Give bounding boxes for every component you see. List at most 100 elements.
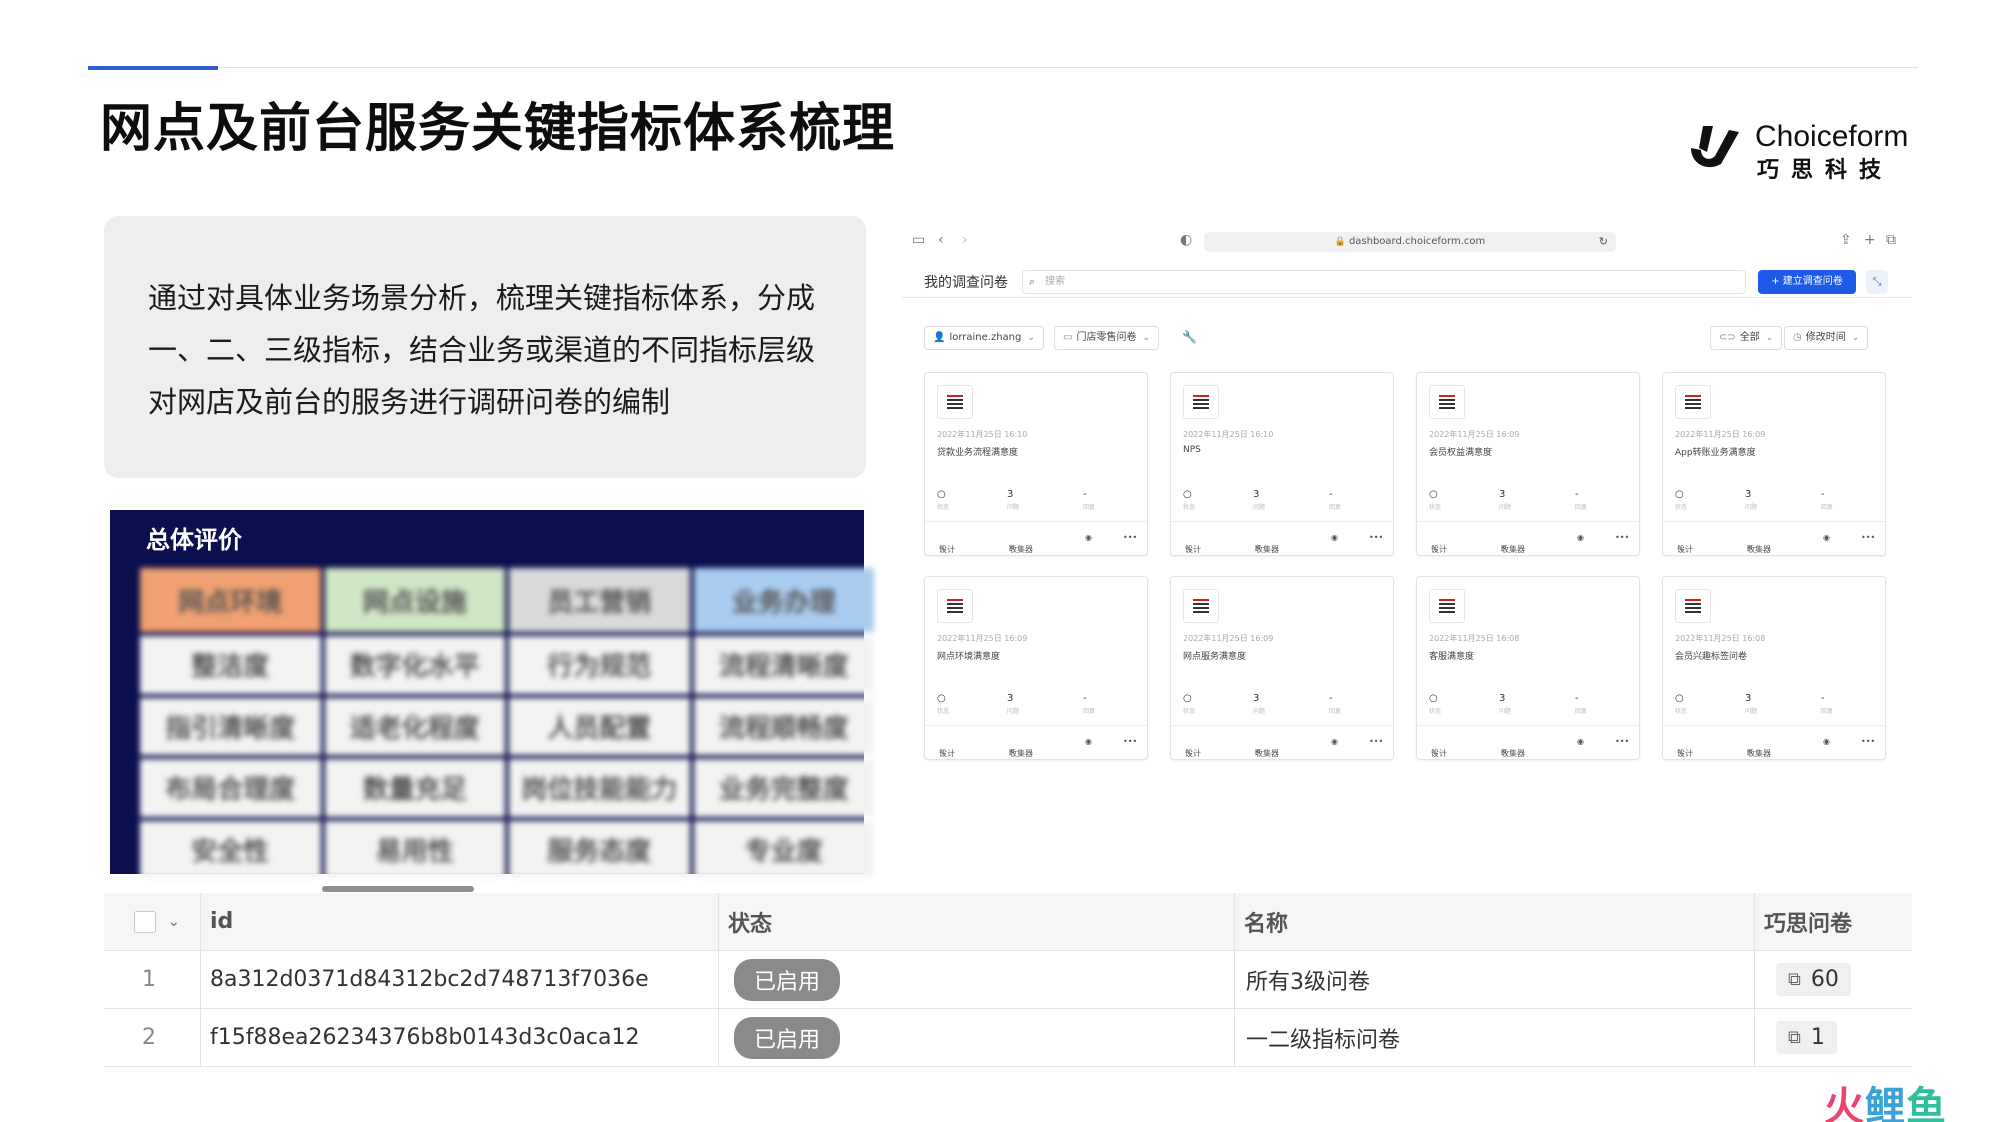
survey-count-value: 1 xyxy=(1810,1025,1825,1050)
slide-title: 网点及前台服务关键指标体系梳理 xyxy=(100,99,896,159)
document-icon xyxy=(937,385,973,419)
stat-questions-value: 3 xyxy=(1253,489,1260,500)
scope-filter-value: 全部 xyxy=(1739,332,1760,343)
wrench-icon[interactable]: 🔧 xyxy=(1182,330,1197,344)
evaluation-cell: 指引清晰度 xyxy=(140,697,321,755)
column-header-status[interactable]: 状态 xyxy=(728,893,772,950)
table-row[interactable]: 1 8a312d0371d84312bc2d748713f7036e 已启用 所… xyxy=(104,951,1912,1009)
stat-label: 回复 xyxy=(1083,708,1096,715)
stat-label: 问题 xyxy=(1499,708,1512,715)
stat-status: ○ 状态 xyxy=(1675,693,1687,715)
document-icon xyxy=(1675,385,1711,419)
stat-responses-value: - xyxy=(1083,489,1087,500)
evaluation-cell: 适老化程度 xyxy=(324,697,505,755)
share-icon[interactable]: ⇪ xyxy=(1840,232,1852,248)
owner-filter-dropdown[interactable]: 👤 lorraine.zhang ⌄ xyxy=(924,326,1044,350)
stat-questions-value: 3 xyxy=(1253,693,1260,704)
more-options-icon[interactable]: ••• xyxy=(1861,533,1875,542)
more-options-icon[interactable]: ••• xyxy=(1861,737,1875,746)
survey-card[interactable]: 2022年11月25日 16:10 NPS ○ 状态 3 问题 - 回复 ✎ 设计 ⇱ 收集器 ◉ •… xyxy=(1170,372,1394,556)
stat-responses-value: - xyxy=(1821,693,1825,704)
collapse-icon[interactable]: ⤡ xyxy=(1866,270,1888,294)
linked-surveys-icon: ⧉ xyxy=(1788,1027,1801,1048)
folder-filter-dropdown[interactable]: ▭ 门店零售问卷 ⌄ xyxy=(1054,326,1159,350)
folder-icon: ▭ xyxy=(1063,332,1073,343)
row-survey-count[interactable]: ⧉ 1 xyxy=(1776,1009,1837,1066)
preview-eye-icon[interactable]: ◉ xyxy=(1823,533,1830,542)
column-header-choiceform-survey[interactable]: 巧思问卷 xyxy=(1764,893,1852,950)
select-all-checkbox[interactable] xyxy=(134,910,156,933)
design-label: 设计 xyxy=(1677,749,1693,758)
stat-label: 状态 xyxy=(1429,504,1442,511)
preview-eye-icon[interactable]: ◉ xyxy=(1331,737,1338,746)
stat-questions-value: 3 xyxy=(1499,693,1506,704)
forward-icon[interactable]: › xyxy=(962,232,968,248)
column-header-name[interactable]: 名称 xyxy=(1244,893,1288,950)
column-header-id[interactable]: id xyxy=(210,893,233,950)
collector-label: 收集器 xyxy=(1501,749,1525,758)
evaluation-cell: 业务完整度 xyxy=(693,759,874,817)
survey-card[interactable]: 2022年11月25日 16:09 网点环境满意度 ○ 状态 3 问题 - 回复 ✎ 设计 ⇱ 收… xyxy=(924,576,1148,760)
more-options-icon[interactable]: ••• xyxy=(1123,737,1137,746)
preview-eye-icon[interactable]: ◉ xyxy=(1085,737,1092,746)
survey-card[interactable]: 2022年11月25日 16:10 贷款业务流程满意度 ○ 状态 3 问题 - 回复 ✎ 设计 ⇱… xyxy=(924,372,1148,556)
new-tab-icon[interactable]: + xyxy=(1864,232,1876,248)
reload-icon[interactable]: ↻ xyxy=(1599,232,1608,252)
card-title: 网点环境满意度 xyxy=(937,652,1001,662)
survey-card[interactable]: 2022年11月25日 16:09 会员权益满意度 ○ 状态 3 问题 - 回复 ✎ 设计 ⇱ 收… xyxy=(1416,372,1640,556)
design-label: 设计 xyxy=(1185,749,1201,758)
stat-status: ○ 状态 xyxy=(1183,489,1195,511)
more-options-icon[interactable]: ••• xyxy=(1123,533,1137,542)
scope-filter-dropdown[interactable]: ⊂⊃ 全部 ⌄ xyxy=(1710,326,1783,350)
preview-eye-icon[interactable]: ◉ xyxy=(1577,533,1584,542)
card-actions: ✎ 设计 ⇱ 收集器 ◉ ••• xyxy=(1417,725,1639,759)
survey-card[interactable]: 2022年11月25日 16:08 客服满意度 ○ 状态 3 问题 - 回复 ✎ 设计 ⇱ 收集器… xyxy=(1416,576,1640,760)
sidebar-toggle-icon[interactable]: ▭ xyxy=(912,232,925,248)
preview-eye-icon[interactable]: ◉ xyxy=(1331,533,1338,542)
watermark-logo: 火鲤鱼 xyxy=(1824,1074,1947,1122)
stat-status-value: ○ xyxy=(1429,489,1438,500)
column-divider xyxy=(718,893,719,1067)
survey-search-input[interactable]: ⌕ 搜索 xyxy=(1022,270,1746,294)
survey-count-pill[interactable]: ⧉ 60 xyxy=(1776,963,1851,996)
stat-responses-value: - xyxy=(1821,489,1825,500)
stat-label: 回复 xyxy=(1575,504,1588,511)
column-divider xyxy=(1234,893,1235,1067)
card-date: 2022年11月25日 16:09 xyxy=(937,634,1028,643)
row-survey-count[interactable]: ⧉ 60 xyxy=(1776,951,1851,1008)
survey-card[interactable]: 2022年11月25日 16:08 会员兴趣标签问卷 ○ 状态 3 问题 - 回复 ✎ 设计 ⇱ … xyxy=(1662,576,1886,760)
stat-label: 问题 xyxy=(1745,708,1758,715)
back-icon[interactable]: ‹ xyxy=(938,232,944,248)
collector-label: 收集器 xyxy=(1747,749,1771,758)
document-icon xyxy=(1675,589,1711,623)
more-options-icon[interactable]: ••• xyxy=(1369,533,1383,542)
url-text: dashboard.choiceform.com xyxy=(1348,236,1486,247)
preview-eye-icon[interactable]: ◉ xyxy=(1085,533,1092,542)
more-options-icon[interactable]: ••• xyxy=(1615,533,1629,542)
preview-eye-icon[interactable]: ◉ xyxy=(1823,737,1830,746)
more-options-icon[interactable]: ••• xyxy=(1615,737,1629,746)
intro-text: 通过对具体业务场景分析，梳理关键指标体系，分成一、二、三级指标，结合业务或渠道的… xyxy=(148,281,816,419)
more-options-icon[interactable]: ••• xyxy=(1369,737,1383,746)
stat-responses: - 回复 xyxy=(1575,489,1587,511)
document-icon xyxy=(937,589,973,623)
address-bar[interactable]: 🔒 dashboard.choiceform.com ↻ xyxy=(1204,232,1616,252)
select-all-control[interactable]: ⌄ xyxy=(134,893,180,950)
chevron-down-icon[interactable]: ⌄ xyxy=(168,914,180,930)
create-survey-button[interactable]: + 建立调查问卷 xyxy=(1758,270,1856,294)
stat-status: ○ 状态 xyxy=(937,489,949,511)
sort-dropdown[interactable]: ◷ 修改时间 ⌄ xyxy=(1784,326,1869,350)
card-actions: ✎ 设计 ⇱ 收集器 ◉ ••• xyxy=(1663,521,1885,555)
horizontal-scrollbar[interactable] xyxy=(322,886,474,892)
survey-card[interactable]: 2022年11月25日 16:09 网点服务满意度 ○ 状态 3 问题 - 回复 ✎ 设计 ⇱ 收… xyxy=(1170,576,1394,760)
survey-count-pill[interactable]: ⧉ 1 xyxy=(1776,1021,1837,1054)
table-row[interactable]: 2 f15f88ea26234376b8b0143d3c0aca12 已启用 一… xyxy=(104,1009,1912,1067)
card-date: 2022年11月25日 16:08 xyxy=(1429,634,1520,643)
logo-wordmark: Choiceform xyxy=(1755,120,1909,153)
tabs-overview-icon[interactable]: ⧉ xyxy=(1886,232,1896,248)
collector-label: 收集器 xyxy=(1009,749,1033,758)
preview-eye-icon[interactable]: ◉ xyxy=(1577,737,1584,746)
survey-card[interactable]: 2022年11月25日 16:09 App转账业务满意度 ○ 状态 3 问题 - 回复 ✎ 设计… xyxy=(1662,372,1886,556)
stat-questions-value: 3 xyxy=(1007,489,1014,500)
stat-status-value: ○ xyxy=(1675,693,1684,704)
